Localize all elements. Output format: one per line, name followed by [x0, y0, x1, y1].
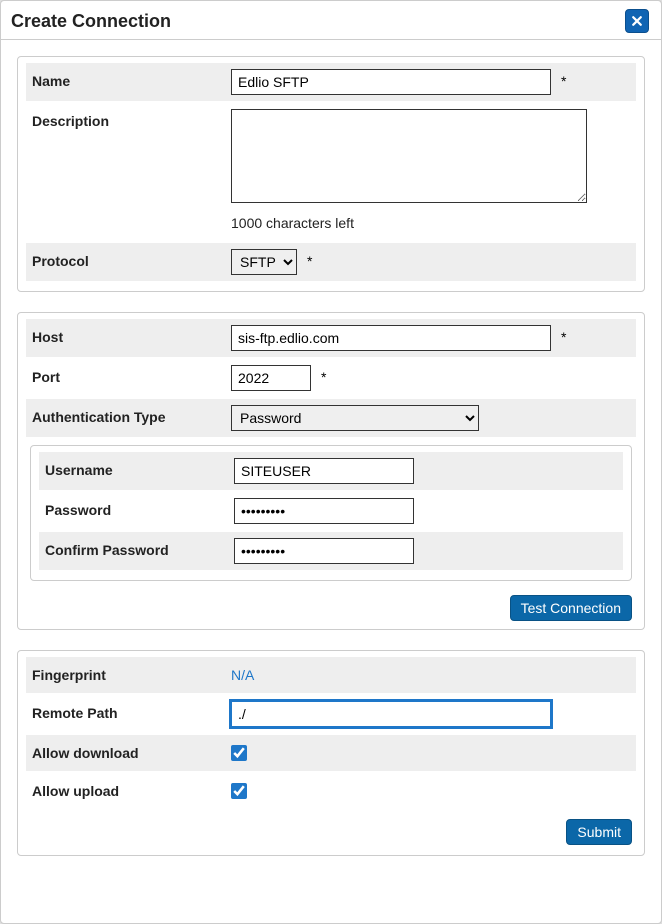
username-input[interactable]: [234, 458, 414, 484]
dialog-title: Create Connection: [11, 11, 171, 32]
port-input[interactable]: [231, 365, 311, 391]
remote-path-input[interactable]: [231, 701, 551, 727]
label-confirmpassword: Confirm Password: [39, 532, 234, 568]
row-test-connection: Test Connection: [26, 589, 636, 621]
confirm-password-input[interactable]: [234, 538, 414, 564]
row-confirmpassword: Confirm Password: [39, 532, 623, 570]
cell-username: [234, 452, 623, 490]
section-basic: Name * Description 1000 characters left …: [17, 56, 645, 292]
password-input[interactable]: [234, 498, 414, 524]
cell-description: 1000 characters left: [231, 103, 636, 241]
create-connection-dialog: Create Connection Name * Description 100…: [0, 0, 662, 924]
chars-left-hint: 1000 characters left: [231, 207, 630, 235]
row-name: Name *: [26, 63, 636, 101]
row-host: Host *: [26, 319, 636, 357]
authtype-select[interactable]: Password: [231, 405, 479, 431]
row-authtype: Authentication Type Password: [26, 399, 636, 437]
cell-allowdownload: [231, 735, 636, 767]
dialog-body: Name * Description 1000 characters left …: [1, 40, 661, 896]
host-input[interactable]: [231, 325, 551, 351]
fingerprint-value[interactable]: N/A: [231, 663, 254, 683]
cell-port: *: [231, 359, 636, 397]
cell-protocol: SFTP *: [231, 243, 636, 281]
section-connection: Host * Port * Authentication Type Passwo…: [17, 312, 645, 630]
test-connection-button[interactable]: Test Connection: [510, 595, 632, 621]
required-mark: *: [555, 69, 566, 89]
row-username: Username: [39, 452, 623, 490]
name-input[interactable]: [231, 69, 551, 95]
row-submit: Submit: [26, 811, 636, 847]
allow-upload-checkbox[interactable]: [231, 783, 247, 799]
label-allowupload: Allow upload: [26, 773, 231, 809]
label-username: Username: [39, 452, 234, 488]
row-port: Port *: [26, 359, 636, 397]
cell-name: *: [231, 63, 636, 101]
label-protocol: Protocol: [26, 243, 231, 279]
required-mark: *: [315, 365, 326, 385]
row-password: Password: [39, 492, 623, 530]
label-remotepath: Remote Path: [26, 695, 231, 731]
cell-fingerprint: N/A: [231, 657, 636, 689]
row-allowdownload: Allow download: [26, 735, 636, 771]
close-button[interactable]: [625, 9, 649, 33]
cell-authtype: Password: [231, 399, 636, 437]
cell-allowupload: [231, 773, 636, 805]
label-name: Name: [26, 63, 231, 99]
row-fingerprint: Fingerprint N/A: [26, 657, 636, 693]
dialog-header: Create Connection: [1, 1, 661, 40]
label-password: Password: [39, 492, 234, 528]
label-fingerprint: Fingerprint: [26, 657, 231, 693]
row-description: Description 1000 characters left: [26, 103, 636, 241]
section-credentials: Username Password Confirm Password: [30, 445, 632, 581]
section-remote: Fingerprint N/A Remote Path Allow downlo…: [17, 650, 645, 856]
allow-download-checkbox[interactable]: [231, 745, 247, 761]
cell-confirmpassword: [234, 532, 623, 570]
cell-password: [234, 492, 623, 530]
row-remotepath: Remote Path: [26, 695, 636, 733]
row-allowupload: Allow upload: [26, 773, 636, 809]
close-icon: [631, 15, 643, 27]
cell-remotepath: [231, 695, 636, 733]
required-mark: *: [555, 325, 566, 345]
label-authtype: Authentication Type: [26, 399, 231, 435]
row-protocol: Protocol SFTP *: [26, 243, 636, 281]
label-allowdownload: Allow download: [26, 735, 231, 771]
required-mark: *: [301, 249, 312, 269]
cell-host: *: [231, 319, 636, 357]
label-host: Host: [26, 319, 231, 355]
label-description: Description: [26, 103, 231, 139]
protocol-select[interactable]: SFTP: [231, 249, 297, 275]
description-textarea[interactable]: [231, 109, 587, 203]
submit-button[interactable]: Submit: [566, 819, 632, 845]
label-port: Port: [26, 359, 231, 395]
